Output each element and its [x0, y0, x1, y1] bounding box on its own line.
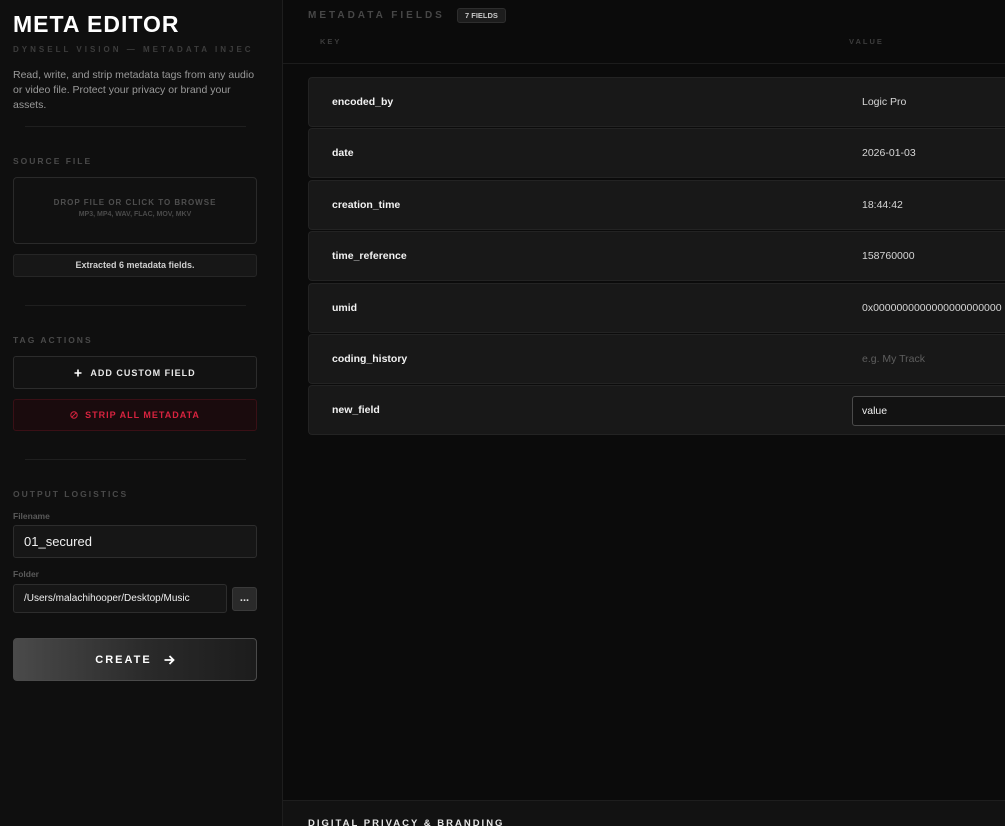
app-title: META EDITOR: [13, 11, 180, 37]
extract-status: Extracted 6 metadata fields.: [13, 254, 257, 277]
add-custom-field-label: ADD CUSTOM FIELD: [90, 367, 196, 378]
app-description: Read, write, and strip metadata tags fro…: [13, 69, 255, 111]
sidebar: META EDITOR DYNSELL VISION — METADATA IN…: [0, 0, 283, 826]
column-header-key: KEY: [320, 37, 342, 46]
plus-icon: [74, 369, 82, 377]
tag-actions-label: TAG ACTIONS: [13, 335, 93, 345]
block-icon: [70, 411, 78, 419]
field-key: new_field: [332, 404, 380, 417]
add-custom-field-button[interactable]: ADD CUSTOM FIELD: [13, 356, 257, 389]
output-logistics-label: OUTPUT LOGISTICS: [13, 489, 129, 499]
field-count-badge: 7 FIELDS: [457, 8, 506, 23]
table-row[interactable]: time_reference 158760000: [308, 231, 1005, 282]
strip-all-metadata-label: STRIP ALL METADATA: [85, 410, 200, 420]
table-row[interactable]: coding_history e.g. My Track: [308, 333, 1005, 384]
dropzone-formats: MP3, MP4, WAV, FLAC, MOV, MKV: [78, 211, 192, 218]
filename-input[interactable]: [13, 525, 257, 558]
file-dropzone[interactable]: DROP FILE OR CLICK TO BROWSE MP3, MP4, W…: [13, 177, 257, 244]
table-row[interactable]: date 2026-01-03: [308, 128, 1005, 179]
browse-folder-button[interactable]: ...: [232, 587, 257, 611]
new-field-value-input[interactable]: value: [852, 396, 1005, 427]
folder-label: Folder: [13, 569, 39, 579]
panel-title: METADATA FIELDS: [308, 10, 445, 21]
main-panel: METADATA FIELDS 7 FIELDS KEY VALUE encod…: [283, 0, 1005, 826]
table-row[interactable]: new_field value: [308, 385, 1005, 436]
app-subtitle: DYNSELL VISION — METADATA INJEC: [13, 45, 254, 54]
field-key: date: [332, 147, 354, 160]
column-header-value: VALUE: [849, 37, 884, 46]
divider: [25, 126, 246, 127]
field-value[interactable]: 0x0000000000000000000000: [862, 284, 1005, 332]
field-value[interactable]: 158760000: [862, 232, 1005, 280]
create-button[interactable]: CREATE: [13, 638, 257, 681]
filename-label: Filename: [13, 511, 50, 521]
footer-title: DIGITAL PRIVACY & BRANDING: [308, 818, 505, 826]
field-key: creation_time: [332, 198, 401, 211]
table-row[interactable]: creation_time 18:44:42: [308, 179, 1005, 230]
source-file-label: SOURCE FILE: [13, 156, 93, 166]
app-window: META EDITOR DYNSELL VISION — METADATA IN…: [0, 0, 1005, 826]
divider: [25, 305, 246, 306]
divider: [25, 459, 246, 460]
strip-all-metadata-button[interactable]: STRIP ALL METADATA: [13, 399, 257, 431]
field-key: encoded_by: [332, 96, 394, 108]
arrow-right-icon: [164, 654, 175, 665]
field-value[interactable]: 18:44:42: [862, 181, 1005, 229]
field-key: time_reference: [332, 250, 407, 263]
metadata-header: METADATA FIELDS 7 FIELDS KEY VALUE: [283, 0, 1005, 64]
field-key: umid: [332, 301, 358, 314]
field-value[interactable]: 2026-01-03: [862, 129, 1005, 177]
field-value[interactable]: Logic Pro: [862, 78, 1005, 126]
table-row[interactable]: umid 0x0000000000000000000000: [308, 282, 1005, 333]
field-key: coding_history: [332, 352, 408, 365]
metadata-table: encoded_by Logic Pro date 2026-01-03 cre…: [308, 77, 1005, 437]
field-value-placeholder[interactable]: e.g. My Track: [862, 335, 1005, 383]
table-row[interactable]: encoded_by Logic Pro: [308, 77, 1005, 127]
dropzone-text: DROP FILE OR CLICK TO BROWSE: [53, 198, 217, 207]
folder-input[interactable]: [13, 584, 227, 613]
create-label: CREATE: [95, 653, 152, 666]
